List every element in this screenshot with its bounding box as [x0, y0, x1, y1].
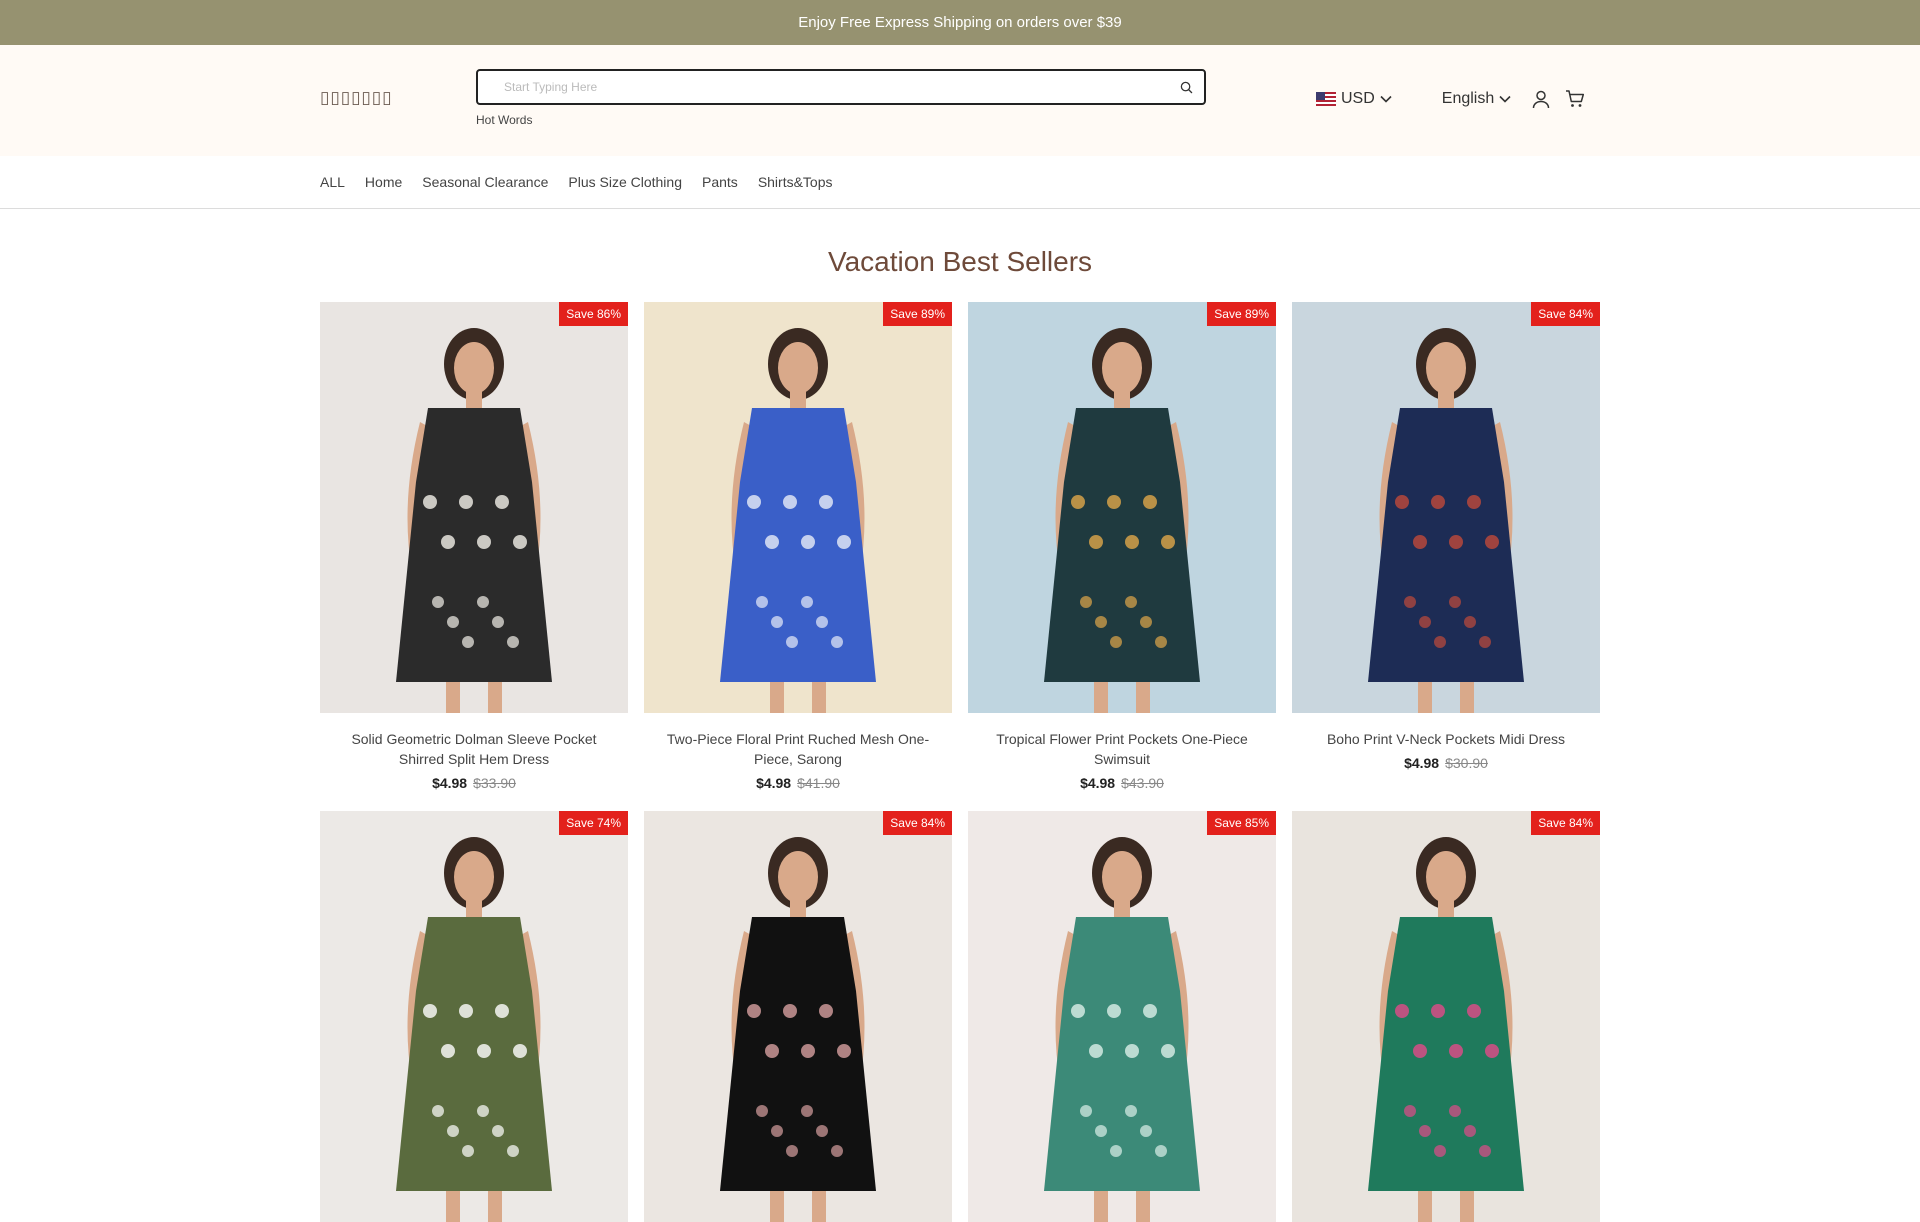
nav-item-plus-size-clothing[interactable]: Plus Size Clothing — [568, 174, 682, 190]
nav-item-seasonal-clearance[interactable]: Seasonal Clearance — [422, 174, 548, 190]
product-photo — [1292, 302, 1600, 713]
product-card[interactable]: Save 74% — [320, 811, 628, 1222]
product-name[interactable]: Solid Geometric Dolman Sleeve Pocket Shi… — [320, 729, 628, 769]
save-badge: Save 86% — [559, 302, 628, 326]
product-card[interactable]: Save 86% Solid Geometric Dolman Sleeve P… — [320, 302, 628, 791]
product-photo — [644, 302, 952, 713]
save-badge: Save 84% — [883, 811, 952, 835]
product-prices: $4.98 $33.90 — [320, 775, 628, 791]
save-badge: Save 84% — [1531, 811, 1600, 835]
product-card[interactable]: Save 89% Two-Piece Floral Print Ruched M… — [644, 302, 952, 791]
product-photo — [968, 811, 1276, 1222]
product-image[interactable]: Save 89% — [644, 302, 952, 713]
promo-text: Enjoy Free Express Shipping on orders ov… — [798, 14, 1122, 31]
chevron-down-icon — [1499, 95, 1511, 103]
product-old-price: $43.90 — [1121, 775, 1164, 791]
currency-selector[interactable]: USD — [1316, 90, 1392, 108]
product-photo — [968, 302, 1276, 713]
nav-item-all[interactable]: ALL — [320, 174, 345, 190]
chevron-down-icon — [1380, 95, 1392, 103]
product-prices: $4.98 $41.90 — [644, 775, 952, 791]
product-card[interactable]: Save 84% Boho Print V-Neck Pockets Midi … — [1292, 302, 1600, 791]
product-old-price: $41.90 — [797, 775, 840, 791]
product-price: $4.98 — [432, 775, 468, 791]
product-photo — [1292, 811, 1600, 1222]
product-old-price: $30.90 — [1445, 755, 1488, 771]
currency-label: USD — [1341, 90, 1375, 107]
cart-icon[interactable] — [1565, 89, 1585, 109]
product-image[interactable]: Save 84% — [1292, 302, 1600, 713]
save-badge: Save 84% — [1531, 302, 1600, 326]
site-header: ▯▯▯▯▯▯▯ Hot Words USD English — [0, 45, 1920, 156]
product-grid: Save 86% Solid Geometric Dolman Sleeve P… — [320, 302, 1610, 1222]
save-badge: Save 89% — [1207, 302, 1276, 326]
nav-item-pants[interactable]: Pants — [702, 174, 738, 190]
search-box — [476, 69, 1206, 105]
product-price: $4.98 — [756, 775, 792, 791]
product-card[interactable]: Save 89% Tropical Flower Print Pockets O… — [968, 302, 1276, 791]
product-photo — [320, 811, 628, 1222]
product-prices: $4.98 $43.90 — [968, 775, 1276, 791]
product-image[interactable]: Save 89% — [968, 302, 1276, 713]
product-image[interactable]: Save 84% — [1292, 811, 1600, 1222]
language-label: English — [1441, 90, 1495, 107]
promo-banner: Enjoy Free Express Shipping on orders ov… — [0, 0, 1920, 45]
product-name[interactable]: Two-Piece Floral Print Ruched Mesh One-P… — [644, 729, 952, 769]
language-selector[interactable]: English — [1442, 90, 1511, 108]
section-title: Vacation Best Sellers — [827, 246, 1093, 277]
product-photo — [320, 302, 628, 713]
product-price: $4.98 — [1080, 775, 1116, 791]
hot-words-label: Hot Words — [476, 113, 533, 127]
product-card[interactable]: Save 84% — [644, 811, 952, 1222]
nav-item-shirts-tops[interactable]: Shirts&Tops — [758, 174, 833, 190]
product-photo — [644, 811, 952, 1222]
product-image[interactable]: Save 86% — [320, 302, 628, 713]
header-tools: USD English — [1316, 89, 1585, 109]
main-nav: ALL Home Seasonal Clearance Plus Size Cl… — [0, 156, 1920, 209]
us-flag-icon — [1316, 92, 1336, 106]
product-price: $4.98 — [1404, 755, 1440, 771]
search-input[interactable] — [502, 79, 1178, 95]
product-image[interactable]: Save 85% — [968, 811, 1276, 1222]
product-old-price: $33.90 — [473, 775, 516, 791]
save-badge: Save 85% — [1207, 811, 1276, 835]
search-area: Hot Words — [476, 69, 1206, 127]
save-badge: Save 74% — [559, 811, 628, 835]
product-card[interactable]: Save 85% — [968, 811, 1276, 1222]
product-image[interactable]: Save 84% — [644, 811, 952, 1222]
account-icon[interactable] — [1531, 89, 1551, 109]
product-name[interactable]: Boho Print V-Neck Pockets Midi Dress — [1292, 729, 1600, 749]
product-name[interactable]: Tropical Flower Print Pockets One-Piece … — [968, 729, 1276, 769]
search-icon[interactable] — [1178, 79, 1194, 95]
product-card[interactable]: Save 84% — [1292, 811, 1600, 1222]
save-badge: Save 89% — [883, 302, 952, 326]
logo[interactable]: ▯▯▯▯▯▯▯ — [320, 88, 393, 108]
product-prices: $4.98 $30.90 — [1292, 755, 1600, 771]
nav-item-home[interactable]: Home — [365, 174, 402, 190]
product-image[interactable]: Save 74% — [320, 811, 628, 1222]
